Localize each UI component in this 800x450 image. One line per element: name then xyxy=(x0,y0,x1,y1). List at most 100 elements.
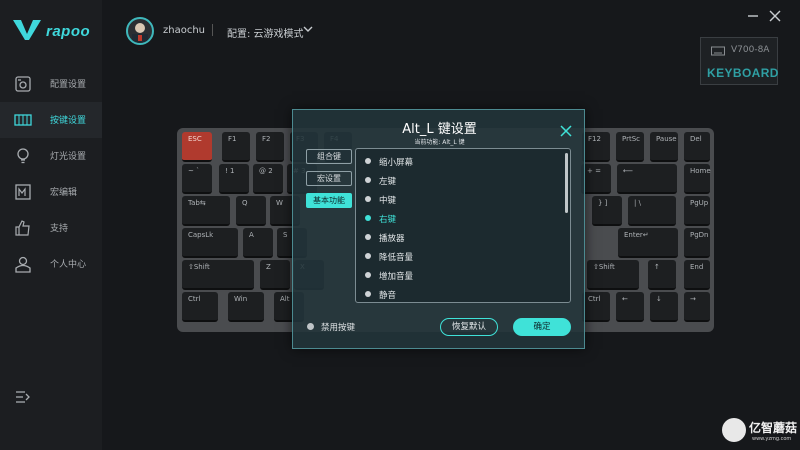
key[interactable]: | \ xyxy=(628,196,676,226)
macro-icon xyxy=(15,184,31,200)
sidebar-item-macro[interactable]: 宏编辑 xyxy=(0,174,102,210)
key[interactable]: F12 xyxy=(582,132,610,162)
radio-dot xyxy=(365,234,371,240)
list-item[interactable]: 左键 xyxy=(356,171,556,190)
sidebar-item-keys[interactable]: 按键设置 xyxy=(0,102,102,138)
sidebar-item-label: 宏编辑 xyxy=(50,188,78,198)
radio-dot xyxy=(365,291,371,297)
radio-dot xyxy=(365,272,371,278)
function-list[interactable]: 缩小屏幕 左键 中键 右键 播放器 降低音量 增加音量 静音 xyxy=(355,148,571,303)
radio-dot xyxy=(365,253,371,259)
key[interactable]: + = xyxy=(581,164,611,194)
key-backspace[interactable]: ⟵ xyxy=(617,164,677,194)
list-item[interactable]: 降低音量 xyxy=(356,247,556,266)
sidebar-item-lighting[interactable]: 灯光设置 xyxy=(0,138,102,174)
radio-dot xyxy=(365,177,371,183)
radio-dot xyxy=(365,196,371,202)
list-scrollbar[interactable] xyxy=(565,153,568,213)
key-settings-dialog: Alt_L 键设置 当前功能: Alt_L 键 组合键 宏设置 基本功能 缩小屏… xyxy=(292,109,585,349)
confirm-button[interactable]: 确定 xyxy=(513,318,571,336)
brand-logo: rapoo xyxy=(12,18,92,44)
list-item[interactable]: 缩小屏幕 xyxy=(356,152,556,171)
close-icon[interactable] xyxy=(768,9,782,23)
minimize-icon[interactable] xyxy=(746,9,760,23)
config-selector[interactable]: 配置: 云游戏模式 xyxy=(227,25,304,40)
sidebar-item-support[interactable]: 支持 xyxy=(0,210,102,246)
key[interactable]: Del xyxy=(684,132,710,162)
username: zhaochu xyxy=(163,25,206,36)
sidebar-item-config[interactable]: 配置设置 xyxy=(0,66,102,102)
key[interactable]: } ] xyxy=(592,196,622,226)
sidebar-item-label: 灯光设置 xyxy=(50,152,87,162)
tab-macro[interactable]: 宏设置 xyxy=(306,171,352,186)
radio-dot xyxy=(365,215,371,221)
keyboard-small-icon xyxy=(711,46,725,56)
radio-dot xyxy=(365,158,371,164)
key[interactable]: F1 xyxy=(222,132,250,162)
user-icon xyxy=(15,256,31,273)
disable-key-label: 禁用按键 xyxy=(321,323,356,333)
key-shift-right[interactable]: ⇧Shift xyxy=(587,260,639,290)
key[interactable]: ↓ xyxy=(650,292,678,322)
rapoo-logo-mark xyxy=(13,20,41,40)
key[interactable]: @ 2 xyxy=(253,164,283,194)
dialog-subtitle: 当前功能: Alt_L 键 xyxy=(414,139,465,146)
key[interactable]: F2 xyxy=(256,132,284,162)
lightbulb-icon xyxy=(17,148,29,164)
header: zhaochu 配置: 云游戏模式 xyxy=(102,0,800,60)
thumbs-up-icon xyxy=(15,220,30,236)
key[interactable]: PgDn xyxy=(684,228,710,258)
device-model: V700-8A xyxy=(731,45,770,55)
key-ctrl-right[interactable]: Ctrl xyxy=(582,292,610,322)
watermark-text: 亿智蘑菇 xyxy=(749,421,798,435)
key[interactable]: ↑ xyxy=(648,260,676,290)
key-ctrl-left[interactable]: Ctrl xyxy=(182,292,218,322)
sidebar-item-label: 按键设置 xyxy=(50,116,87,126)
chevron-down-icon[interactable] xyxy=(302,24,314,34)
key[interactable]: A xyxy=(243,228,273,258)
key[interactable]: ← xyxy=(616,292,644,322)
key-enter[interactable]: Enter↵ xyxy=(618,228,678,258)
avatar[interactable] xyxy=(126,17,154,45)
device-type: KEYBOARD xyxy=(707,66,779,80)
close-icon[interactable] xyxy=(560,125,572,137)
sidebar-item-profile[interactable]: 个人中心 xyxy=(0,246,102,282)
key[interactable]: ! 1 xyxy=(219,164,249,194)
watermark-url: www.yzmg.com xyxy=(752,436,792,442)
disable-key-radio[interactable] xyxy=(307,323,314,330)
tab-combo-key[interactable]: 组合键 xyxy=(306,149,352,164)
key[interactable]: → xyxy=(684,292,710,322)
list-item[interactable]: 静音 xyxy=(356,285,556,304)
reset-default-button[interactable]: 恢复默认 xyxy=(440,318,498,336)
list-item[interactable]: 中键 xyxy=(356,190,556,209)
list-item[interactable]: 增加音量 xyxy=(356,266,556,285)
key[interactable]: PrtSc xyxy=(616,132,644,162)
device-card[interactable]: V700-8A KEYBOARD xyxy=(700,37,778,85)
watermark: 亿智蘑菇 www.yzmg.com xyxy=(722,418,798,446)
key[interactable]: End xyxy=(684,260,710,290)
key[interactable]: Z xyxy=(260,260,290,290)
key-shift-left[interactable]: ⇧Shift xyxy=(182,260,254,290)
key-win[interactable]: Win xyxy=(228,292,264,322)
key[interactable]: Pause xyxy=(650,132,678,162)
sidebar-item-label: 配置设置 xyxy=(50,80,87,90)
key-tab[interactable]: Tab⇆ xyxy=(182,196,230,226)
keyboard-icon xyxy=(14,114,32,126)
list-item[interactable]: 播放器 xyxy=(356,228,556,247)
key[interactable]: PgUp xyxy=(684,196,710,226)
avatar-image xyxy=(132,23,148,43)
key-esc[interactable]: ESC xyxy=(182,132,212,162)
key[interactable]: ~ ` xyxy=(182,164,212,194)
header-separator xyxy=(212,24,213,36)
key-capslock[interactable]: CapsLk xyxy=(182,228,238,258)
key[interactable]: Home xyxy=(684,164,711,194)
sidebar-item-label: 支持 xyxy=(50,224,69,234)
list-item-selected[interactable]: 右键 xyxy=(356,209,556,228)
brand-name: rapoo xyxy=(46,23,91,40)
watermark-logo xyxy=(722,418,746,442)
sidebar-nav: 配置设置 按键设置 灯光设置 宏编辑 支持 个人中心 xyxy=(0,66,102,282)
sidebar-item-label: 个人中心 xyxy=(50,260,87,270)
tab-basic-function[interactable]: 基本功能 xyxy=(306,193,352,208)
key[interactable]: Q xyxy=(236,196,266,226)
exit-icon[interactable] xyxy=(14,388,32,406)
